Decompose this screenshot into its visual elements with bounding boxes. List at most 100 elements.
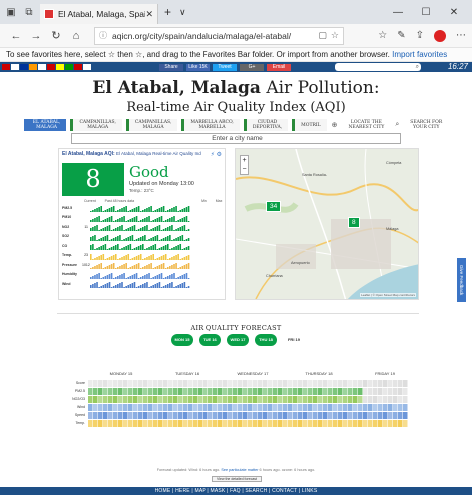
map-marker[interactable]: 8	[348, 217, 360, 228]
city-search-input[interactable]: Enter a city name	[71, 133, 401, 144]
map-label: Santa Rosalía-	[302, 173, 328, 177]
station-map[interactable]: + − 34 8 Santa Rosalía- Aeropuerto Málaga…	[235, 148, 419, 300]
map-zoom-control[interactable]: + −	[240, 155, 249, 175]
like-button[interactable]: Like 15K	[186, 63, 210, 71]
flag-icon[interactable]	[20, 64, 28, 70]
forecast-row: Score	[58, 379, 418, 387]
divider	[57, 313, 419, 314]
forecast-day[interactable]: TUE 16	[199, 334, 221, 347]
flag-icon[interactable]	[11, 64, 19, 70]
pollutant-row: SO2	[62, 232, 224, 242]
tab-list-icon[interactable]: ⧉	[22, 5, 36, 19]
window-controls: — ☐ ✕	[384, 7, 468, 18]
pollutant-row: CO	[62, 241, 224, 251]
view-forecast-button[interactable]: View the detailed forecast	[212, 476, 262, 482]
email-button[interactable]: Email	[267, 63, 291, 71]
panel-action-icons[interactable]: ⚡ ⚙	[211, 151, 222, 158]
flag-icon[interactable]	[74, 64, 82, 70]
url-text[interactable]: aqicn.org/city/spain/andalucia/malaga/el…	[112, 31, 314, 41]
import-favorites-link[interactable]: Import favorites	[392, 50, 447, 59]
nav-item-ciudad-deportiva[interactable]: CIUDAD DEPORTIVA,	[243, 119, 289, 131]
nav-item-locate[interactable]: LOCATE THE NEAREST CITY	[342, 119, 390, 131]
info-icon[interactable]: ⓘ	[99, 30, 107, 41]
back-icon[interactable]: ←	[6, 30, 26, 42]
adblock-icon[interactable]	[434, 29, 446, 42]
locate-icon[interactable]: ⊕	[332, 121, 338, 129]
forecast-day[interactable]: THU 18	[255, 334, 277, 347]
forecast-row-cells	[88, 411, 408, 419]
tweet-button[interactable]: Tweet	[213, 63, 237, 71]
particulate-link[interactable]: See particulate matter	[221, 468, 258, 472]
maximize-icon[interactable]: ☐	[412, 7, 440, 18]
nav-item-marbella[interactable]: MARBELLA ARCO, MARBELLA	[181, 119, 240, 131]
map-attribution[interactable]: Leaflet | © Open Street Map contributors	[360, 293, 416, 297]
tab-dropdown-icon[interactable]: ∨	[179, 7, 186, 18]
notes-icon[interactable]: ✎	[397, 30, 405, 41]
search-icon[interactable]: ⌕	[395, 121, 399, 129]
site-search-field[interactable]: ⌕	[335, 63, 421, 71]
forward-icon[interactable]: →	[26, 30, 46, 42]
url-field[interactable]: ⓘ aqicn.org/city/spain/andalucia/malaga/…	[94, 26, 344, 45]
forecast-day[interactable]: FRI 19	[283, 334, 305, 347]
map-marker[interactable]: 34	[266, 201, 282, 212]
aqi-panel-title: El Atabal, Malaga AQI:	[62, 151, 115, 157]
share-icon[interactable]: ⇪	[416, 30, 424, 41]
forecast-day[interactable]: MON 15	[171, 334, 193, 347]
forecast-day-label: TUESDAY 16	[174, 371, 200, 376]
favorite-star-icon[interactable]: ☆	[331, 30, 339, 41]
forecast-row: NO2/O3	[58, 395, 418, 403]
minimize-icon[interactable]: —	[384, 7, 412, 18]
pollutant-label: Pressure	[62, 262, 77, 267]
favorites-icon[interactable]: ☆	[378, 30, 387, 41]
browser-tab[interactable]: El Atabal, Malaga, Spair ✕	[40, 4, 158, 24]
flag-icon[interactable]	[29, 64, 37, 70]
home-icon[interactable]: ⌂	[66, 30, 86, 42]
forecast-row-cells	[88, 395, 408, 403]
pollutant-sparkline	[90, 261, 190, 270]
forecast-row-label: Speed	[74, 412, 85, 417]
map-tiles[interactable]	[236, 149, 419, 300]
pollutant-label: Temp.	[62, 253, 73, 258]
reading-view-icon[interactable]: ▢	[318, 30, 327, 41]
more-menu-icon[interactable]: ⋯	[456, 30, 466, 41]
give-feedback-tab[interactable]: Give Feedback	[457, 258, 466, 302]
forecast-row-label: Score	[75, 380, 85, 385]
nav-item-search[interactable]: SEARCH FOR YOUR CITY	[404, 119, 448, 131]
nav-item-campanillas-1[interactable]: CAMPANILLAS, MALAGA	[70, 119, 122, 131]
share-button[interactable]: Share	[159, 63, 183, 71]
page-title: El Atabal, Malaga Air Pollution:	[0, 78, 472, 98]
flag-icon[interactable]	[83, 64, 91, 70]
forecast-row: PM2.5	[58, 387, 418, 395]
pollutant-history-chart: Current Past 48 hours data Min Max PM2.5 PM…	[62, 199, 224, 299]
address-bar-row: ← → ↻ ⌂ ⓘ aqicn.org/city/spain/andalucia…	[0, 24, 472, 48]
nav-item-campanillas-2[interactable]: CAMPANILLAS, MALAGA	[125, 119, 178, 131]
forecast-row-cells	[88, 419, 408, 427]
flag-icon[interactable]	[56, 64, 64, 70]
language-flags[interactable]	[2, 64, 91, 70]
flag-icon[interactable]	[47, 64, 55, 70]
close-window-icon[interactable]: ✕	[440, 7, 468, 18]
pollutant-sparkline	[90, 204, 190, 213]
new-tab-icon[interactable]: +	[164, 5, 171, 19]
pollutant-label: PM10	[62, 215, 72, 220]
refresh-icon[interactable]: ↻	[46, 29, 66, 42]
pollutant-sparkline	[90, 214, 190, 222]
tab-actions-icon[interactable]: ▣	[4, 5, 18, 19]
site-clock: 16:27	[447, 62, 468, 71]
pollutant-sparkline	[90, 223, 190, 232]
forecast-day[interactable]: WED 17	[227, 334, 249, 347]
forecast-grid: MONDAY 15 TUESDAY 16 WEDNESDAY 17 THURSD…	[58, 371, 418, 481]
bottom-nav[interactable]: HOME | HERE | MAP | MASK | FAQ | SEARCH …	[0, 487, 472, 495]
flag-icon[interactable]	[65, 64, 73, 70]
gplus-button[interactable]: G+	[240, 63, 264, 71]
flag-icon[interactable]	[38, 64, 46, 70]
nav-item-el-atabal[interactable]: EL ATABAL, MALAGA	[23, 119, 67, 131]
forecast-days: MONDAY 15 TUESDAY 16 WEDNESDAY 17 THURSD…	[88, 371, 418, 379]
nav-item-motril[interactable]: MOTRIL	[292, 119, 327, 131]
forecast-day-label: THURSDAY 18	[305, 371, 333, 376]
page-title-city: El Atabal, Malaga	[92, 78, 261, 98]
flag-icon[interactable]	[2, 64, 10, 70]
tab-close-icon[interactable]: ✕	[145, 9, 153, 20]
page-title-rest: Air Pollution:	[266, 78, 380, 98]
page-subtitle: Real-time Air Quality Index (AQI)	[126, 100, 346, 115]
